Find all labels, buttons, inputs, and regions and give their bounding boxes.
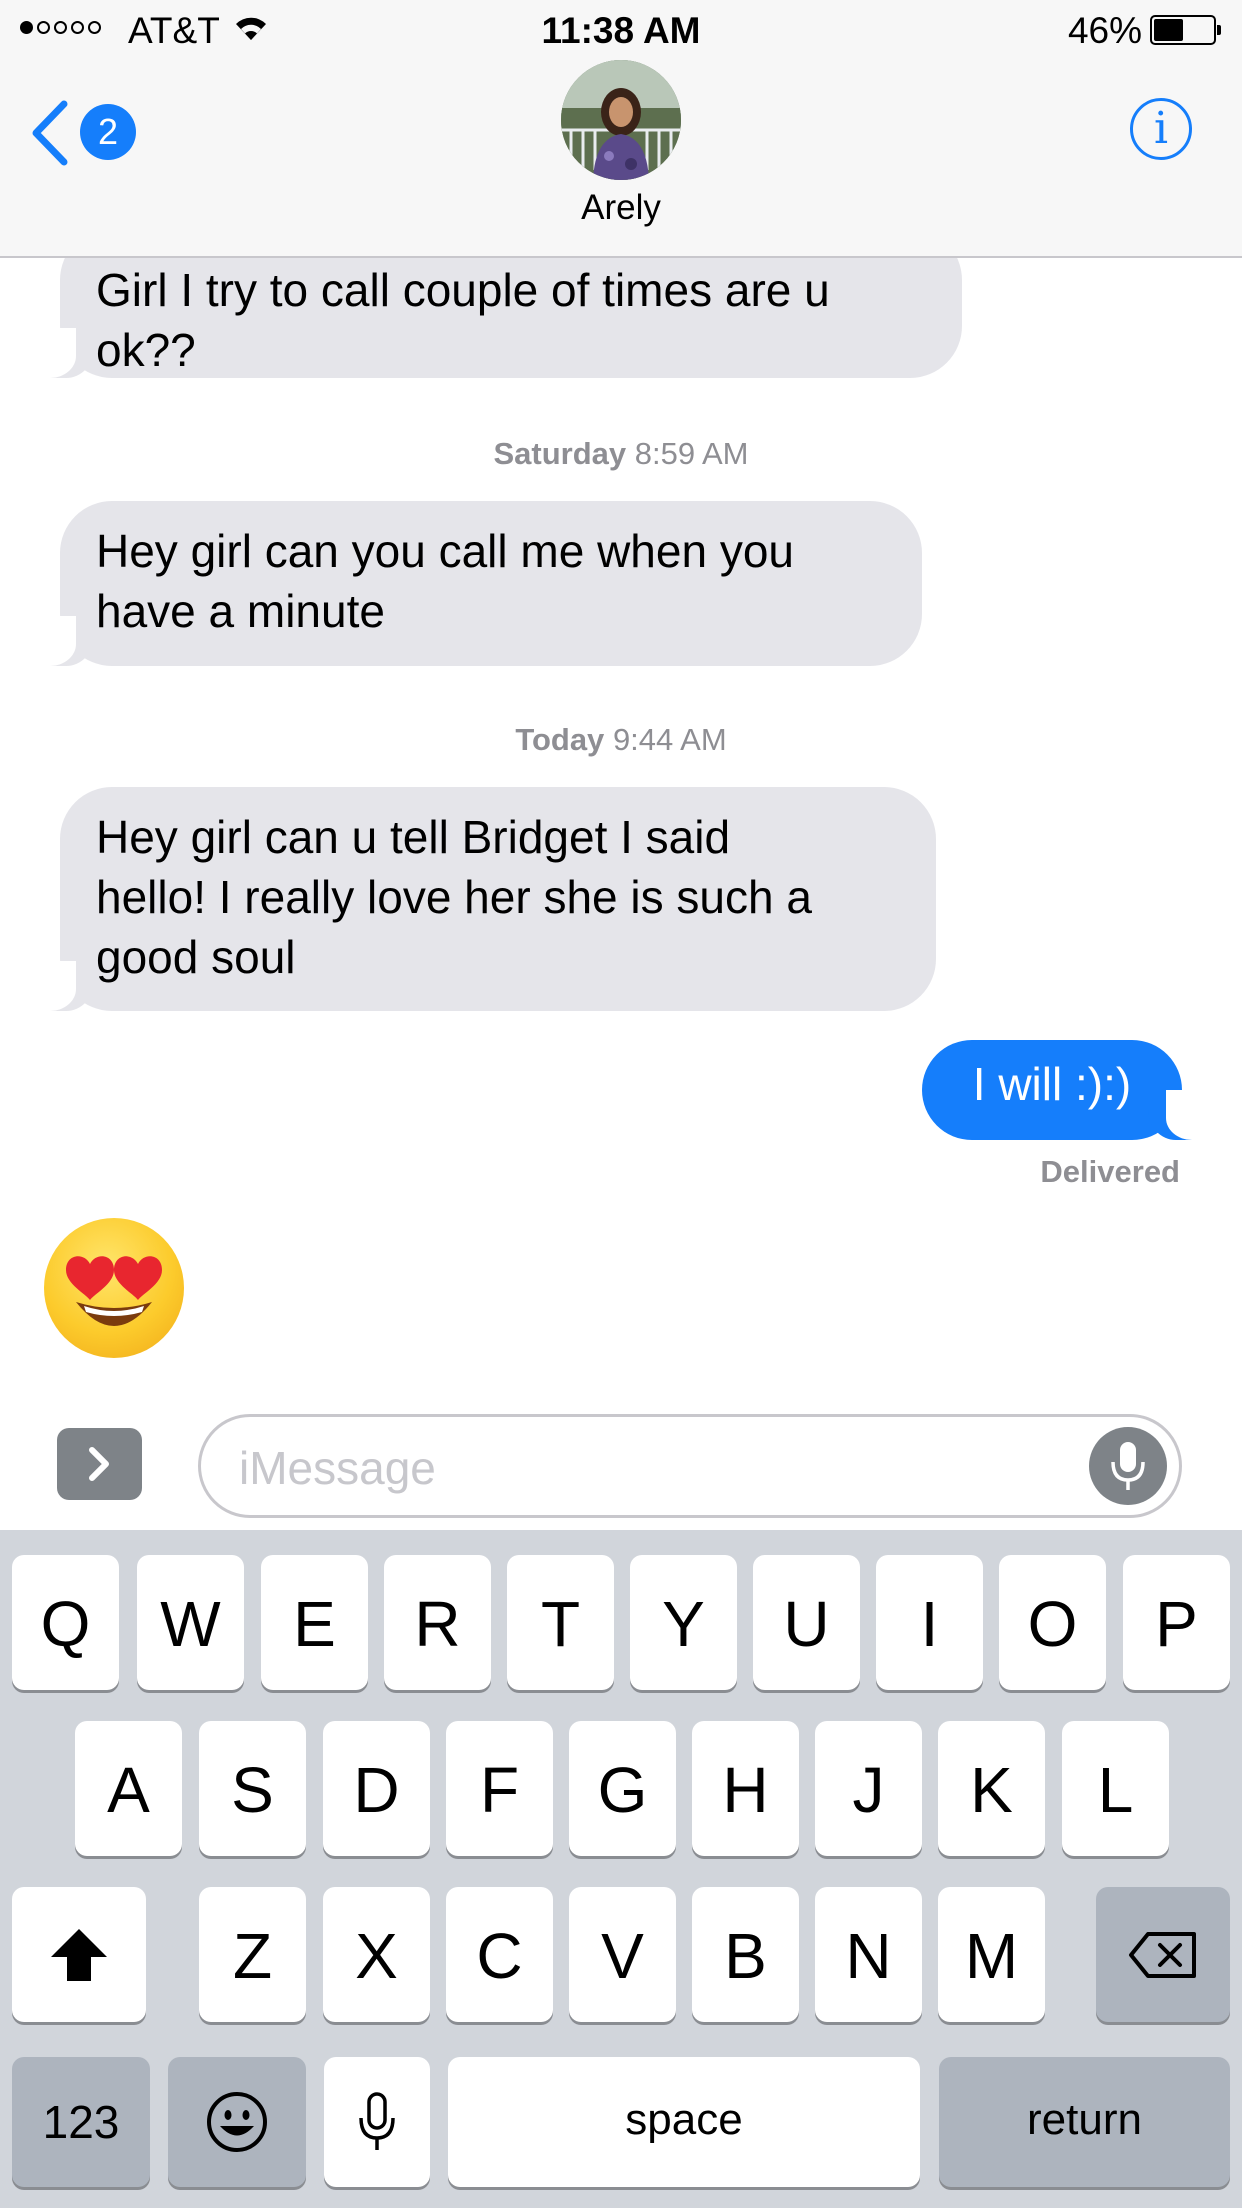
key-z[interactable]: Z (199, 1887, 306, 2022)
key-n[interactable]: N (815, 1887, 922, 2022)
key-g[interactable]: G (569, 1721, 676, 1856)
emoji-key[interactable] (168, 2057, 306, 2187)
key-t[interactable]: T (507, 1555, 614, 1690)
key-o[interactable]: O (999, 1555, 1106, 1690)
space-key[interactable]: space (448, 2057, 920, 2187)
key-i[interactable]: I (876, 1555, 983, 1690)
dictation-key[interactable] (324, 2057, 430, 2187)
back-button[interactable]: 2 (30, 98, 140, 168)
key-k[interactable]: K (938, 1721, 1045, 1856)
message-input-placeholder: iMessage (239, 1442, 436, 1494)
battery-percentage: 46% (1067, 10, 1142, 51)
key-r[interactable]: R (384, 1555, 491, 1690)
shift-arrow-icon (51, 1929, 107, 1981)
return-key[interactable]: return (939, 2057, 1230, 2187)
key-y[interactable]: Y (630, 1555, 737, 1690)
shift-key[interactable] (12, 1887, 146, 2022)
key-p[interactable]: P (1123, 1555, 1230, 1690)
key-b[interactable]: B (692, 1887, 799, 2022)
key-j[interactable]: J (815, 1721, 922, 1856)
backspace-icon (1129, 1932, 1196, 1978)
sent-message[interactable]: I will :):) (922, 1040, 1206, 1140)
heart-eyes-emoji-icon[interactable] (44, 1218, 184, 1358)
key-f[interactable]: F (446, 1721, 553, 1856)
key-x[interactable]: X (323, 1887, 430, 2022)
contact-avatar[interactable] (561, 60, 681, 180)
microphone-icon (1111, 1442, 1145, 1490)
key-a[interactable]: A (75, 1721, 182, 1856)
status-time: 11:38 AM (541, 10, 701, 51)
numbers-key[interactable]: 123 (12, 2057, 150, 2187)
received-message[interactable]: Girl I try to call couple of times are u… (36, 258, 962, 378)
chevron-right-icon (89, 1447, 109, 1481)
message-input[interactable]: iMessage (198, 1414, 1182, 1518)
delete-key[interactable] (1096, 1887, 1230, 2022)
key-h[interactable]: H (692, 1721, 799, 1856)
key-d[interactable]: D (323, 1721, 430, 1856)
key-u[interactable]: U (753, 1555, 860, 1690)
message-timestamp: Today 9:44 AM (515, 722, 727, 757)
key-v[interactable]: V (569, 1887, 676, 2022)
expand-apps-button[interactable] (57, 1428, 142, 1500)
key-m[interactable]: M (938, 1887, 1045, 2022)
dictation-button[interactable] (1089, 1427, 1167, 1505)
battery-icon (1150, 15, 1221, 45)
unread-count-badge: 2 (80, 104, 136, 160)
message-text: Girl I try to call couple of times are u… (96, 264, 830, 376)
key-l[interactable]: L (1062, 1721, 1169, 1856)
key-w[interactable]: W (137, 1555, 244, 1690)
delivery-status: Delivered (1040, 1154, 1180, 1189)
message-text: Hey girl can u tell Bridget I said hello… (96, 811, 812, 983)
compose-bar: iMessage (0, 1408, 1242, 1530)
key-e[interactable]: E (261, 1555, 368, 1690)
received-message[interactable]: Hey girl can u tell Bridget I said hello… (36, 787, 936, 1011)
key-c[interactable]: C (446, 1887, 553, 2022)
microphone-icon (359, 2092, 395, 2150)
key-s[interactable]: S (199, 1721, 306, 1856)
conversation-header: 2 Arely i (0, 60, 1242, 258)
message-thread[interactable]: Girl I try to call couple of times are u… (0, 258, 1242, 1408)
smiley-face-icon (207, 2092, 267, 2152)
message-timestamp: Saturday 8:59 AM (493, 436, 749, 471)
message-text: I will :):) (972, 1058, 1132, 1110)
chevron-left-icon (32, 100, 68, 166)
message-text: Hey girl can you call me when you have a… (96, 525, 794, 637)
key-q[interactable]: Q (12, 1555, 119, 1690)
keyboard: Q W E R T Y U I O P A S D F G H J K L Z … (0, 1530, 1242, 2208)
status-bar: AT&T 11:38 AM 46% (0, 0, 1242, 60)
avatar-photo (561, 60, 681, 180)
contact-name[interactable]: Arely (0, 188, 1242, 228)
info-button[interactable]: i (1130, 98, 1192, 160)
received-message[interactable]: Hey girl can you call me when you have a… (36, 501, 922, 666)
